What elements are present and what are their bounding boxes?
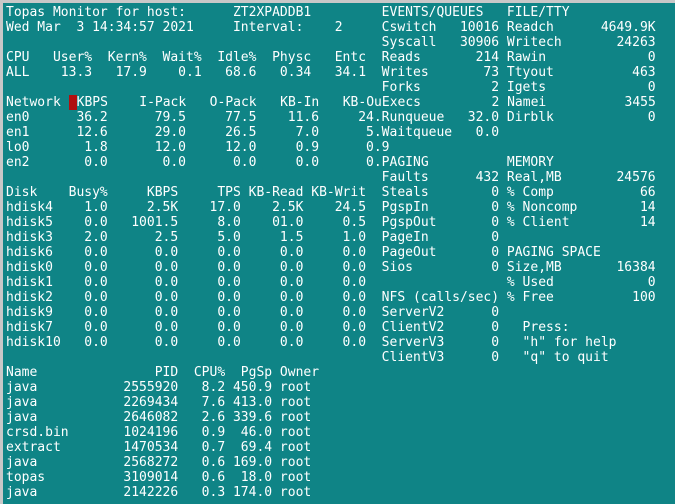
terminal-line: lo0 1.8 12.0 12.0 0.9 0.9 (6, 140, 390, 155)
terminal-line: hdisk3 2.0 2.5 5.0 1.5 1.0 PageIn 0 (6, 230, 500, 245)
terminal-line: ALL 13.3 17.9 0.1 68.6 0.34 34.1 Writes … (6, 65, 656, 80)
terminal-line: hdisk2 0.0 0.0 0.0 0.0 0.0 NFS (calls/se… (6, 290, 656, 305)
terminal-line: hdisk9 0.0 0.0 0.0 0.0 0.0 ServerV2 0 (6, 305, 500, 320)
terminal-line: Forks 2 Igets 0 (6, 80, 656, 95)
terminal-line: Disk Busy% KBPS TPS KB-Read KB-Writ Stea… (6, 185, 656, 200)
terminal-line: crsd.bin 1024196 0.9 46.0 root (6, 425, 312, 440)
terminal-line: hdisk0 0.0 0.0 0.0 0.0 0.0 Sios 0 Size,M… (6, 260, 656, 275)
terminal-line: java 2568272 0.6 169.0 root (6, 455, 312, 470)
terminal-line: Topas Monitor for host: ZT2XPADDB1 EVENT… (6, 5, 570, 20)
terminal-line: Name PID CPU% PgSp Owner (6, 365, 320, 380)
terminal-line: hdisk7 0.0 0.0 0.0 0.0 0.0 ClientV2 0 Pr… (6, 320, 570, 335)
terminal-line: Syscall 30906 Writech 24263 (6, 35, 656, 50)
terminal-line: hdisk6 0.0 0.0 0.0 0.0 0.0 PageOut 0 PAG… (6, 245, 601, 260)
terminal-line: hdisk1 0.0 0.0 0.0 0.0 0.0 % Used 0 (6, 275, 656, 290)
terminal-line: java 2142226 0.3 174.0 root (6, 485, 312, 500)
terminal-line: en0 36.2 79.5 77.5 11.6 24.Runqueue 32.0… (6, 110, 656, 125)
terminal-window: Topas Monitor for host: ZT2XPADDB1 EVENT… (0, 0, 675, 504)
terminal-line: hdisk4 1.0 2.5K 17.0 2.5K 24.5 PgspIn 0 … (6, 200, 656, 215)
topas-screen[interactable]: Topas Monitor for host: ZT2XPADDB1 EVENT… (3, 3, 675, 504)
terminal-line: java 2555920 8.2 450.9 root (6, 380, 312, 395)
terminal-line: topas 3109014 0.6 18.0 root (6, 470, 312, 485)
text-cursor (68, 95, 77, 110)
terminal-line: Faults 432 Real,MB 24576 (6, 170, 656, 185)
terminal-line: extract 1470534 0.7 69.4 root (6, 440, 312, 455)
terminal-line: hdisk10 0.0 0.0 0.0 0.0 0.0 ServerV3 0 "… (6, 335, 617, 350)
terminal-line: Network KBPS I-Pack O-Pack KB-In KB-OuEx… (6, 95, 656, 110)
terminal-line: en2 0.0 0.0 0.0 0.0 0.PAGING MEMORY (6, 155, 554, 170)
terminal-line: hdisk5 0.0 1001.5 8.0 01.0 0.5 PgspOut 0… (6, 215, 656, 230)
terminal-line: ClientV3 0 "q" to quit (6, 350, 609, 365)
terminal-line: java 2646082 2.6 339.6 root (6, 410, 312, 425)
terminal-line: Wed Mar 3 14:34:57 2021 Interval: 2 Cswi… (6, 20, 656, 35)
terminal-line: en1 12.6 29.0 26.5 7.0 5.Waitqueue 0.0 (6, 125, 500, 140)
terminal-line: CPU User% Kern% Wait% Idle% Physc Entc R… (6, 50, 656, 65)
terminal-line: java 2269434 7.6 413.0 root (6, 395, 312, 410)
